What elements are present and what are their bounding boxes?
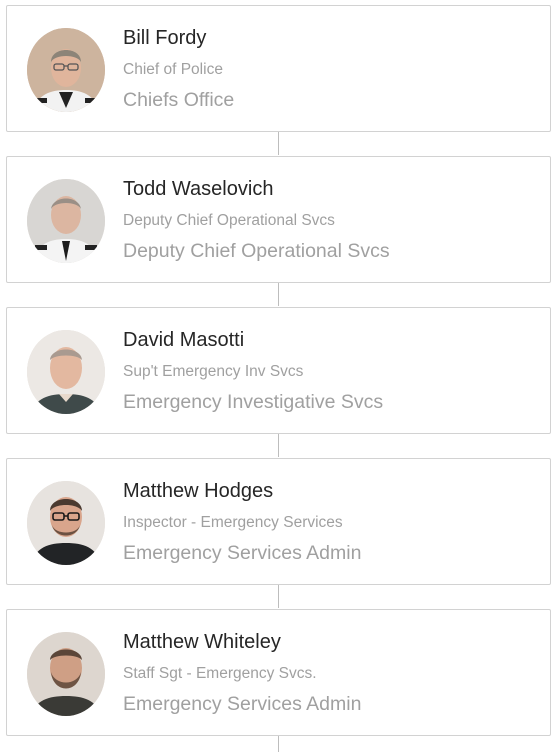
avatar[interactable] [27,481,105,565]
person-card[interactable]: Bill Fordy Chief of Police Chiefs Office [6,5,551,132]
person-photo-icon [27,632,105,716]
connector-line [278,434,279,457]
person-photo-icon [27,179,105,263]
avatar[interactable] [27,330,105,414]
person-card[interactable]: Matthew Whiteley Staff Sgt - Emergency S… [6,609,551,736]
connector-line [278,283,279,306]
person-department: Chiefs Office [123,89,235,111]
org-chart: Bill Fordy Chief of Police Chiefs Office… [0,0,552,752]
person-photo-icon [27,28,105,112]
person-card[interactable]: Todd Waselovich Deputy Chief Operational… [6,156,551,283]
person-name[interactable]: Matthew Hodges [123,480,273,503]
person-title: Inspector - Emergency Services [123,514,343,531]
person-photo-icon [27,330,105,414]
avatar[interactable] [27,632,105,716]
person-title: Staff Sgt - Emergency Svcs. [123,665,317,682]
person-card[interactable]: Matthew Hodges Inspector - Emergency Ser… [6,458,551,585]
person-title: Deputy Chief Operational Svcs [123,212,335,229]
connector-line [278,132,279,155]
person-name[interactable]: Matthew Whiteley [123,631,281,654]
person-name[interactable]: Todd Waselovich [123,178,273,201]
avatar[interactable] [27,28,105,112]
person-department: Deputy Chief Operational Svcs [123,240,390,262]
person-name[interactable]: David Masotti [123,329,244,352]
connector-line [278,736,279,752]
person-department: Emergency Investigative Svcs [123,391,384,413]
person-name[interactable]: Bill Fordy [123,27,206,50]
person-photo-icon [27,481,105,565]
person-department: Emergency Services Admin [123,542,362,564]
person-title: Sup't Emergency Inv Svcs [123,363,304,380]
person-title: Chief of Police [123,61,223,78]
person-card[interactable]: David Masotti Sup't Emergency Inv Svcs E… [6,307,551,434]
connector-line [278,585,279,608]
person-department: Emergency Services Admin [123,693,362,715]
avatar[interactable] [27,179,105,263]
